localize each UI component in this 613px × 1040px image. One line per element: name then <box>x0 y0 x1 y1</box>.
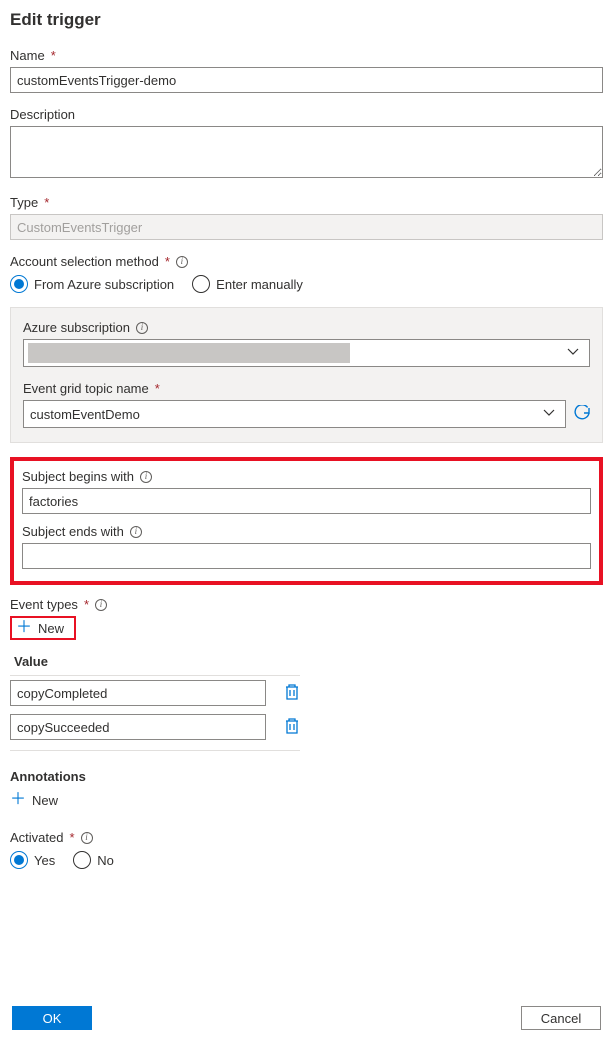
event-types-column-header: Value <box>10 650 300 676</box>
radio-circle-icon <box>10 851 28 869</box>
event-type-value-input[interactable] <box>10 714 266 740</box>
event-types-label: Event types * i <box>10 597 603 612</box>
annotations-label: Annotations <box>10 769 603 784</box>
radio-circle-icon <box>10 275 28 293</box>
azure-subscription-group: Azure subscription i <box>23 320 590 367</box>
footer-bar: OK Cancel <box>0 996 613 1040</box>
description-textarea[interactable] <box>10 126 603 178</box>
name-field-group: Name * <box>10 48 603 93</box>
radio-circle-icon <box>73 851 91 869</box>
chevron-down-icon <box>543 407 559 422</box>
chevron-down-icon <box>567 346 583 361</box>
subject-begins-label: Subject begins with i <box>22 469 591 484</box>
radio-from-subscription[interactable]: From Azure subscription <box>10 275 174 293</box>
activated-label: Activated * i <box>10 830 603 845</box>
subject-ends-label-text: Subject ends with <box>22 524 124 539</box>
name-input[interactable] <box>10 67 603 93</box>
radio-enter-manually-label: Enter manually <box>216 277 303 292</box>
subject-ends-group: Subject ends with i <box>22 524 591 569</box>
redacted-subscription-value <box>28 343 350 363</box>
required-asterisk: * <box>165 254 170 269</box>
radio-from-subscription-label: From Azure subscription <box>34 277 174 292</box>
subject-begins-group: Subject begins with i <box>22 469 591 514</box>
info-icon[interactable]: i <box>130 526 142 538</box>
type-label-text: Type <box>10 195 38 210</box>
radio-enter-manually[interactable]: Enter manually <box>192 275 303 293</box>
radio-activated-no[interactable]: No <box>73 851 114 869</box>
subject-ends-label: Subject ends with i <box>22 524 591 539</box>
event-grid-topic-value: customEventDemo <box>30 407 140 422</box>
subject-ends-input[interactable] <box>22 543 591 569</box>
event-grid-topic-select[interactable]: customEventDemo <box>23 400 566 428</box>
event-grid-topic-label: Event grid topic name * <box>23 381 590 396</box>
plus-icon: ＋ <box>10 792 26 808</box>
required-asterisk: * <box>51 48 56 63</box>
name-label: Name * <box>10 48 603 63</box>
plus-icon: ＋ <box>16 620 32 636</box>
annotations-new-label: New <box>32 793 58 808</box>
activated-label-text: Activated <box>10 830 63 845</box>
subject-filters-highlight: Subject begins with i Subject ends with … <box>10 457 603 585</box>
type-label: Type * <box>10 195 603 210</box>
event-grid-topic-group: Event grid topic name * customEventDemo <box>23 381 590 428</box>
account-method-label-text: Account selection method <box>10 254 159 269</box>
description-label-text: Description <box>10 107 75 122</box>
panel-title: Edit trigger <box>10 10 603 30</box>
radio-activated-yes-label: Yes <box>34 853 55 868</box>
delete-button[interactable] <box>284 717 300 738</box>
description-field-group: Description <box>10 107 603 181</box>
event-type-row <box>10 710 300 744</box>
required-asterisk: * <box>44 195 49 210</box>
annotations-group: Annotations ＋ New <box>10 769 603 810</box>
account-method-group: Account selection method * i From Azure … <box>10 254 603 293</box>
azure-subscription-label: Azure subscription i <box>23 320 590 335</box>
type-input-readonly: CustomEventsTrigger <box>10 214 603 240</box>
event-type-row <box>10 676 300 710</box>
required-asterisk: * <box>155 381 160 396</box>
event-types-table: Value <box>10 650 300 751</box>
type-value: CustomEventsTrigger <box>17 220 142 235</box>
required-asterisk: * <box>84 597 89 612</box>
radio-activated-yes[interactable]: Yes <box>10 851 55 869</box>
event-types-new-button[interactable]: ＋ New <box>10 616 76 640</box>
type-field-group: Type * CustomEventsTrigger <box>10 195 603 240</box>
info-icon[interactable]: i <box>140 471 152 483</box>
info-icon[interactable]: i <box>81 832 93 844</box>
subject-begins-label-text: Subject begins with <box>22 469 134 484</box>
azure-subscription-select[interactable] <box>23 339 590 367</box>
name-label-text: Name <box>10 48 45 63</box>
ok-button[interactable]: OK <box>12 1006 92 1030</box>
subscription-block: Azure subscription i Event grid topic na… <box>10 307 603 443</box>
event-types-group: Event types * i ＋ New Value <box>10 597 603 751</box>
radio-activated-no-label: No <box>97 853 114 868</box>
event-types-new-label: New <box>38 621 64 636</box>
azure-subscription-label-text: Azure subscription <box>23 320 130 335</box>
account-method-label: Account selection method * i <box>10 254 603 269</box>
cancel-button[interactable]: Cancel <box>521 1006 601 1030</box>
annotations-new-button[interactable]: ＋ New <box>10 790 58 810</box>
subject-begins-input[interactable] <box>22 488 591 514</box>
description-label: Description <box>10 107 603 122</box>
info-icon[interactable]: i <box>95 599 107 611</box>
info-icon[interactable]: i <box>176 256 188 268</box>
event-types-label-text: Event types <box>10 597 78 612</box>
refresh-icon[interactable] <box>574 405 590 424</box>
radio-circle-icon <box>192 275 210 293</box>
event-grid-topic-label-text: Event grid topic name <box>23 381 149 396</box>
required-asterisk: * <box>69 830 74 845</box>
event-type-value-input[interactable] <box>10 680 266 706</box>
activated-group: Activated * i Yes No <box>10 830 603 869</box>
info-icon[interactable]: i <box>136 322 148 334</box>
delete-button[interactable] <box>284 683 300 704</box>
